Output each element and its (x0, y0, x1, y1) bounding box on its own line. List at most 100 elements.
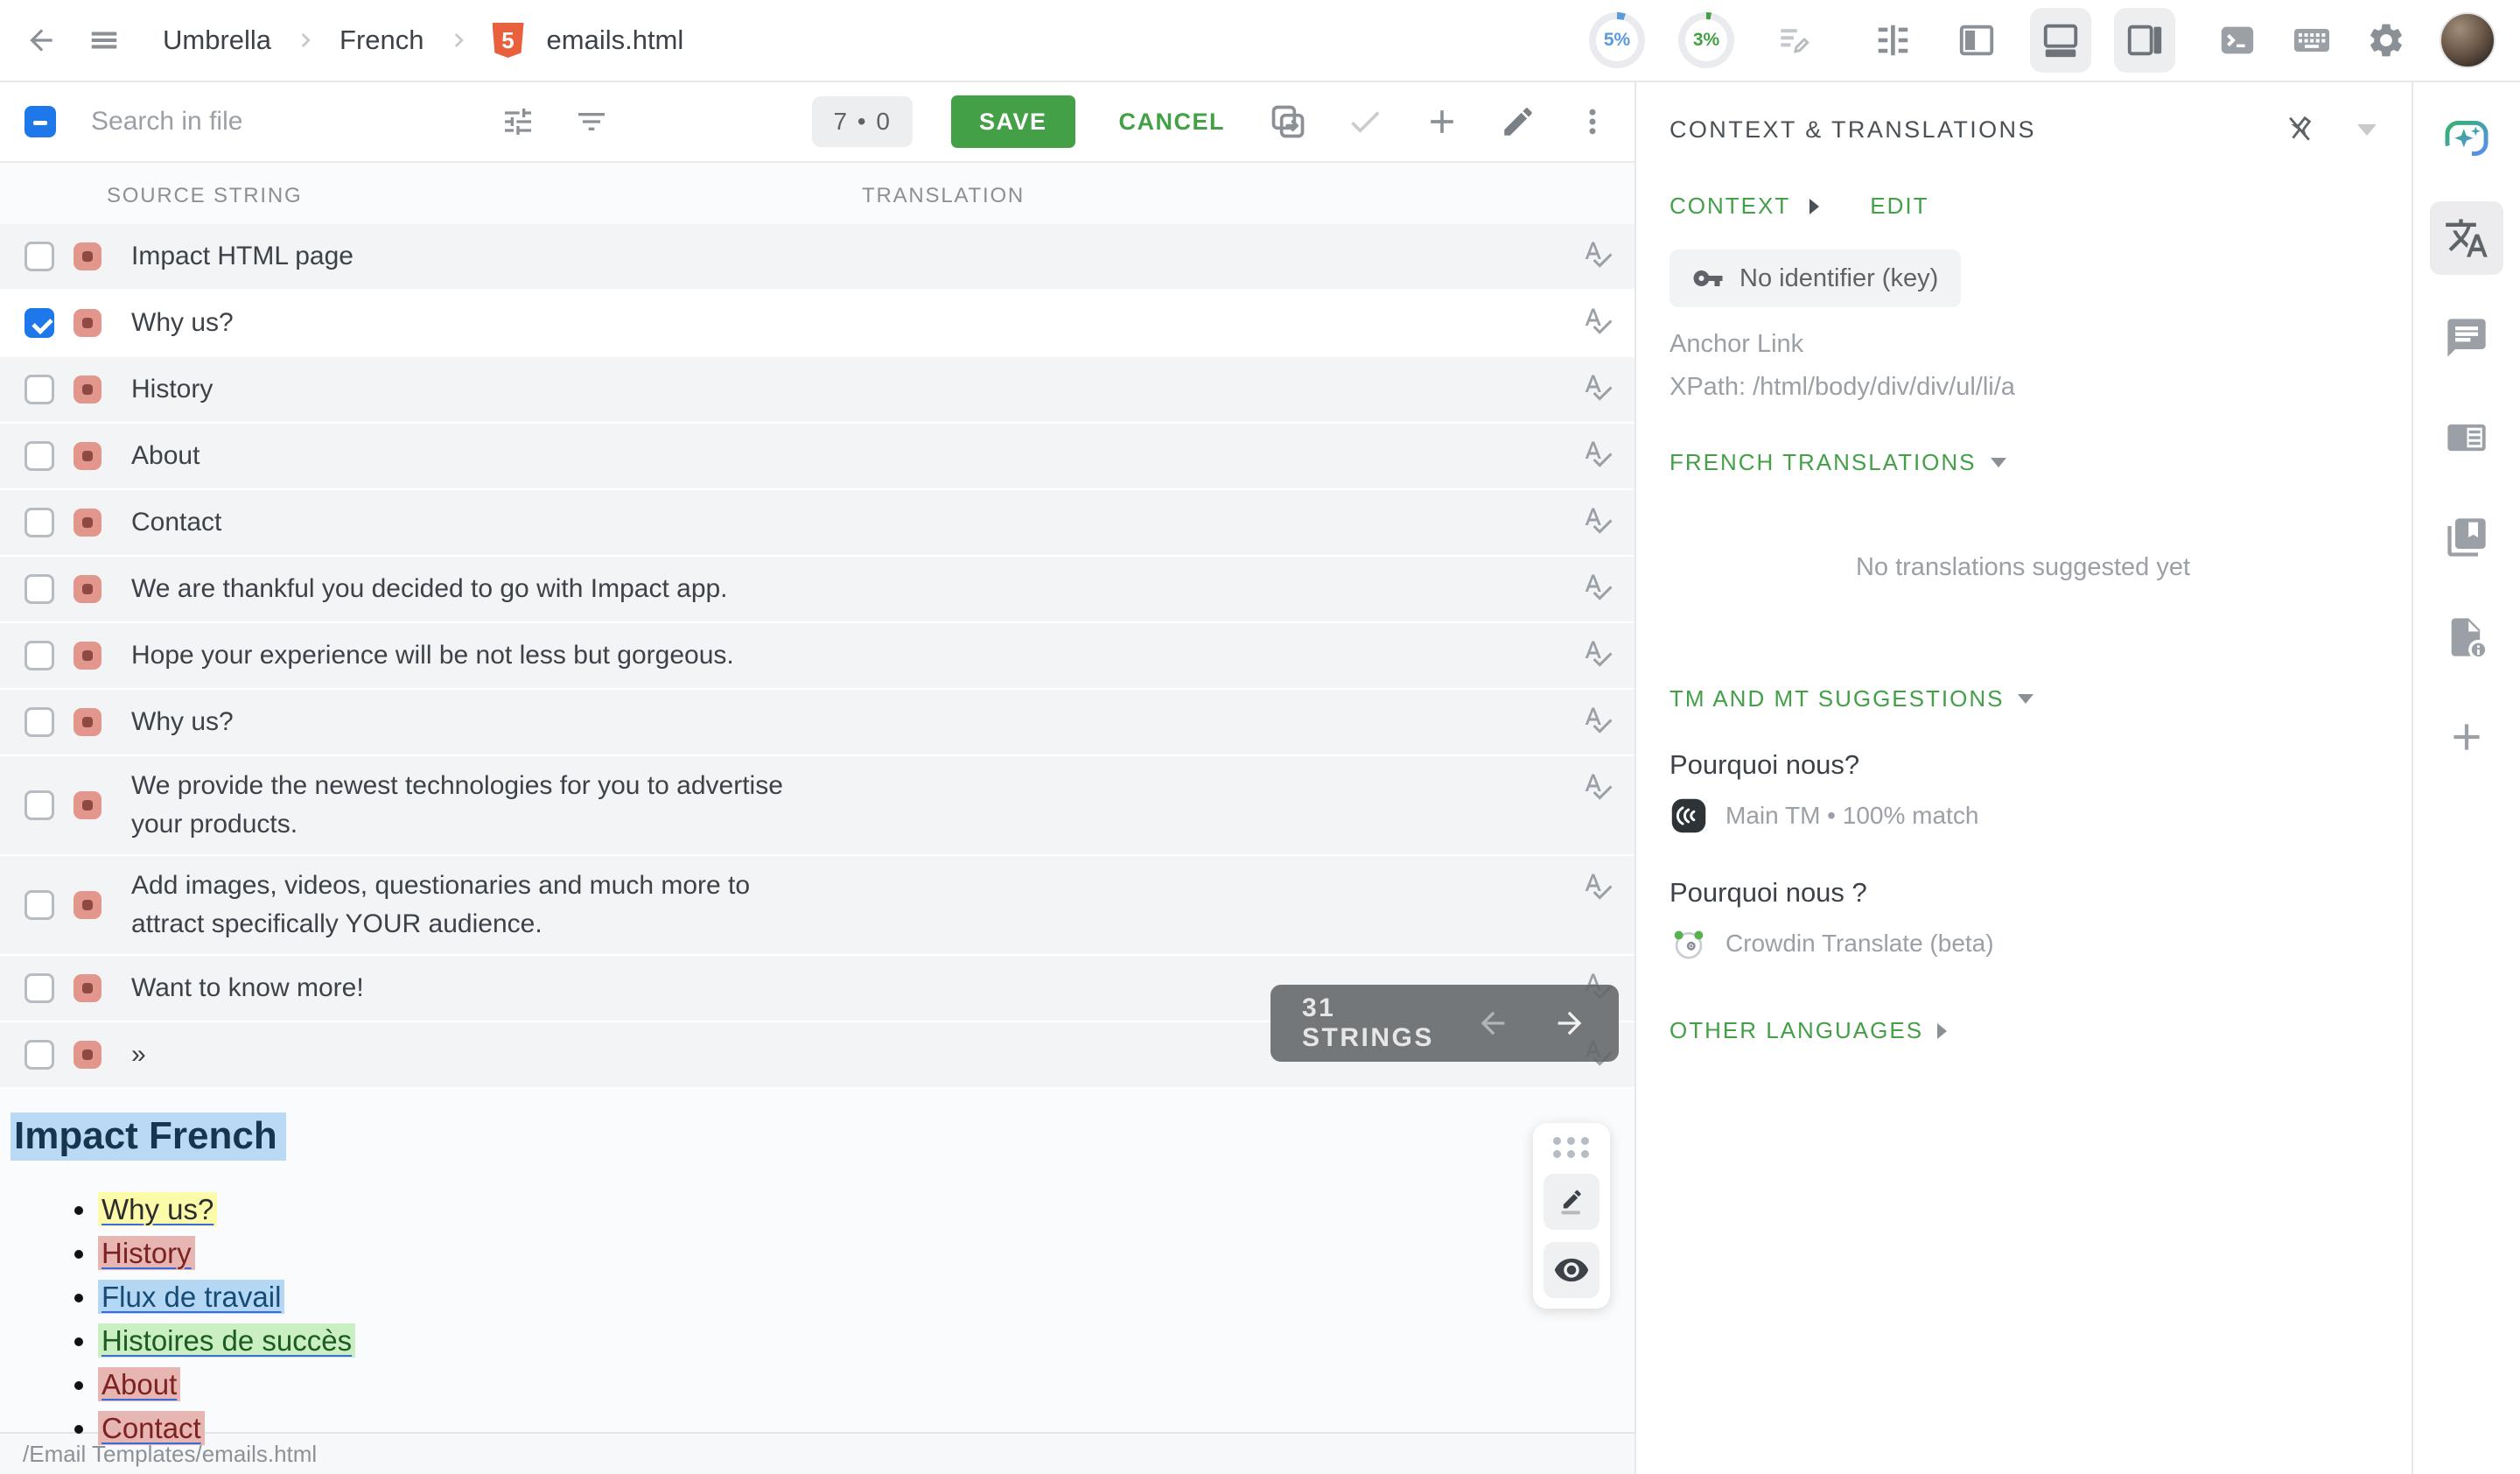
no-translations-message: No translations suggested yet (1670, 553, 2376, 582)
untranslated-status-icon (74, 575, 102, 603)
preview-link[interactable]: History (98, 1236, 195, 1270)
translations-section-header[interactable]: FRENCH TRANSLATIONS (1670, 449, 2376, 476)
spellcheck-icon[interactable] (1582, 870, 1614, 902)
breadcrumb-language[interactable]: French (340, 25, 424, 56)
row-checkbox[interactable] (24, 375, 54, 404)
advanced-filter-icon[interactable] (500, 104, 536, 139)
approval-progress-ring[interactable]: 3% (1678, 12, 1734, 68)
spellcheck-icon[interactable] (1582, 438, 1614, 469)
tm-suggestions-section-header[interactable]: TM AND MT SUGGESTIONS (1670, 685, 2376, 712)
row-checkbox[interactable] (24, 1040, 54, 1070)
cancel-button[interactable]: CANCEL (1114, 108, 1231, 137)
row-checkbox[interactable] (24, 790, 54, 820)
left-panel-view-button[interactable] (1946, 8, 2007, 73)
table-row[interactable]: Contact (0, 490, 1634, 557)
breadcrumb: Umbrella French 5 emails.html (163, 23, 683, 58)
context-tab[interactable]: CONTEXT (1670, 193, 1790, 220)
table-row[interactable]: History (0, 357, 1634, 424)
draft-notes-icon[interactable] (1774, 21, 1813, 60)
file-info-panel-button[interactable] (2430, 600, 2503, 674)
spellcheck-icon[interactable] (1582, 770, 1614, 802)
row-checkbox[interactable] (24, 890, 54, 920)
row-checkbox[interactable] (24, 574, 54, 604)
edit-context-link[interactable]: EDIT (1870, 193, 1928, 220)
eye-icon (1553, 1252, 1590, 1288)
copy-source-icon[interactable] (1269, 102, 1307, 141)
table-row[interactable]: Why us? (0, 291, 1634, 357)
spellcheck-icon[interactable] (1582, 637, 1614, 669)
ai-assistant-button[interactable] (2430, 102, 2503, 175)
row-checkbox[interactable] (24, 707, 54, 737)
console-button[interactable] (2217, 20, 2258, 60)
plus-icon (2445, 715, 2488, 759)
row-checkbox[interactable] (24, 308, 54, 338)
approve-check-icon[interactable] (1346, 102, 1384, 141)
other-languages-section-header[interactable]: OTHER LANGUAGES (1670, 1017, 2376, 1044)
row-checkbox[interactable] (24, 508, 54, 537)
row-checkbox[interactable] (24, 441, 54, 471)
more-options-icon[interactable] (1575, 104, 1610, 139)
spellcheck-icon[interactable] (1582, 238, 1614, 270)
preview-link[interactable]: About (98, 1367, 180, 1401)
bottom-panel-view-button[interactable] (2030, 8, 2091, 73)
row-checkbox[interactable] (24, 641, 54, 670)
previous-string-button[interactable] (1475, 1006, 1510, 1041)
back-button[interactable] (24, 24, 58, 57)
row-checkbox[interactable] (24, 242, 54, 271)
comments-panel-button[interactable] (2430, 301, 2503, 375)
drag-handle-icon[interactable] (1553, 1137, 1590, 1158)
spellcheck-icon[interactable] (1582, 371, 1614, 403)
spellcheck-icon[interactable] (1582, 571, 1614, 602)
untranslated-status-icon (74, 891, 102, 919)
save-button[interactable]: SAVE (951, 95, 1075, 148)
select-all-checkbox[interactable] (24, 106, 56, 137)
add-panel-button[interactable] (2430, 700, 2503, 774)
preview-link[interactable]: Contact (98, 1411, 205, 1445)
spellcheck-icon[interactable] (1582, 305, 1614, 336)
spellcheck-icon[interactable] (1582, 704, 1614, 735)
collapse-sidebar-icon[interactable] (2357, 124, 2376, 136)
source-string-text: We are thankful you decided to go with I… (131, 570, 728, 608)
filter-list-icon[interactable] (574, 104, 609, 139)
table-row[interactable]: Impact HTML page (0, 224, 1634, 291)
file-preview: Impact French Why us? History Flux de tr… (0, 1089, 1634, 1432)
side-by-side-view-button[interactable] (1862, 8, 1923, 73)
user-avatar[interactable] (2440, 12, 2496, 68)
preview-link[interactable]: Why us? (98, 1192, 217, 1226)
table-row[interactable]: Hope your experience will be not less bu… (0, 623, 1634, 690)
breadcrumb-file[interactable]: emails.html (547, 25, 684, 56)
translations-panel-button[interactable] (2430, 201, 2503, 275)
dictionary-panel-button[interactable] (2430, 501, 2503, 574)
preview-edit-button[interactable] (1544, 1174, 1600, 1230)
chevron-right-icon (1810, 199, 1819, 214)
search-input[interactable] (89, 106, 500, 137)
suggestion-source-label: Crowdin Translate (beta) (1726, 930, 1994, 958)
bookmarked-books-icon (2444, 515, 2489, 560)
preview-visibility-button[interactable] (1544, 1242, 1600, 1298)
unpin-icon[interactable] (2282, 112, 2317, 147)
next-string-button[interactable] (1552, 1006, 1587, 1041)
spellcheck-icon[interactable] (1582, 504, 1614, 536)
table-row[interactable]: We provide the newest technologies for y… (0, 756, 1634, 856)
source-string-text: History (131, 370, 213, 409)
menu-button[interactable] (88, 24, 121, 57)
keyboard-shortcuts-button[interactable] (2291, 19, 2333, 61)
context-description: Anchor Link (1670, 330, 2376, 359)
settings-gear-icon[interactable] (2366, 20, 2406, 60)
preview-link[interactable]: Flux de travail (98, 1280, 284, 1314)
add-string-icon[interactable] (1423, 102, 1461, 141)
breadcrumb-project[interactable]: Umbrella (163, 25, 271, 56)
preview-link[interactable]: Histoires de succès (98, 1323, 355, 1358)
edit-pencil-icon[interactable] (1500, 103, 1536, 140)
row-checkbox[interactable] (24, 973, 54, 1003)
terms-panel-button[interactable] (2430, 401, 2503, 474)
table-row[interactable]: Why us? (0, 690, 1634, 756)
table-row[interactable]: We are thankful you decided to go with I… (0, 557, 1634, 623)
right-panel-view-button[interactable] (2114, 8, 2175, 73)
table-row[interactable]: About (0, 424, 1634, 490)
tm-suggestion-item[interactable]: Pourquoi nous? Main TM • 100% match (1670, 749, 2376, 835)
translation-progress-ring[interactable]: 5% (1589, 12, 1645, 68)
mt-suggestion-item[interactable]: Pourquoi nous ? Crowdin Translate (beta) (1670, 877, 2376, 963)
preview-list-item: History (98, 1236, 1634, 1270)
table-row[interactable]: Add images, videos, questionaries and mu… (0, 856, 1634, 956)
